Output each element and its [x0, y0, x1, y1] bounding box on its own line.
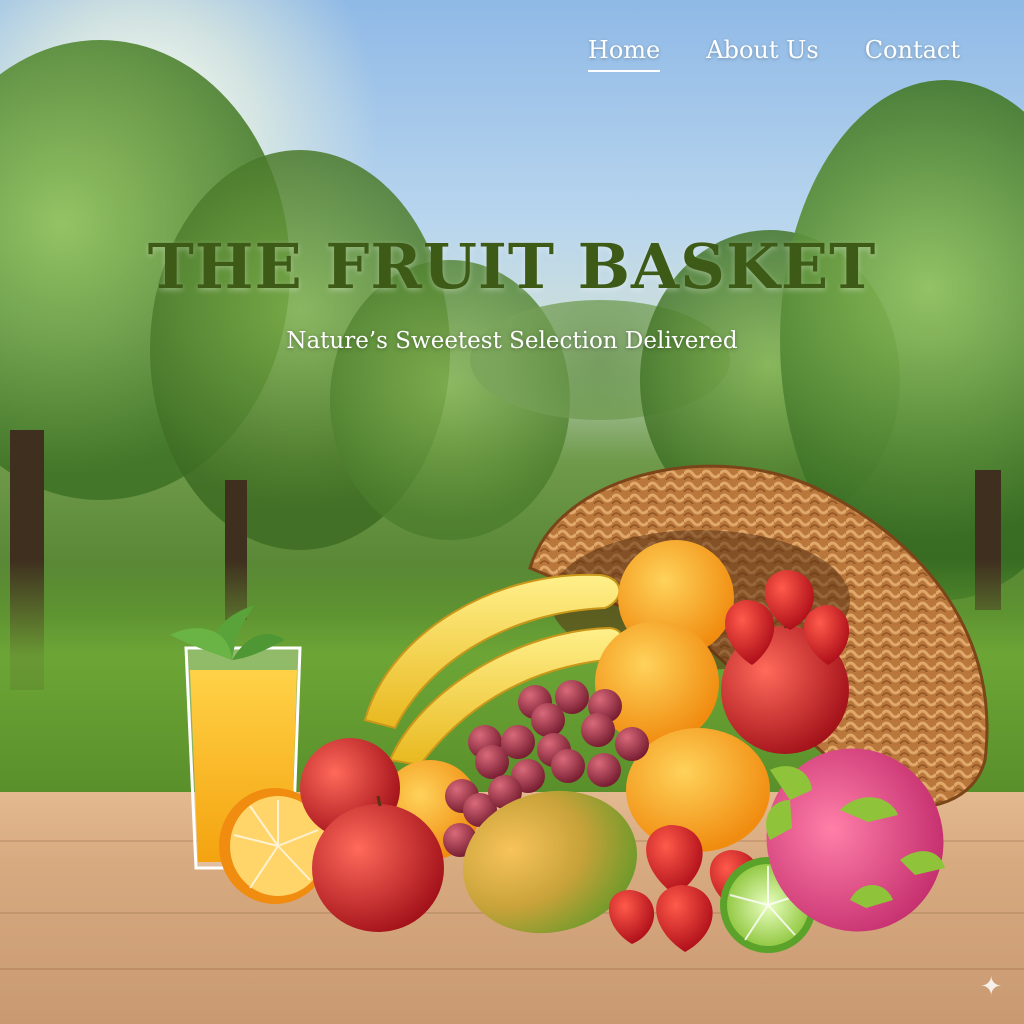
nav-home-link[interactable]: Home [587, 36, 661, 72]
apple-fruit [312, 804, 444, 932]
hero-subtitle: Nature’s Sweetest Selection Delivered [286, 328, 738, 354]
nav-about-us-link[interactable]: About Us [706, 36, 818, 72]
sparkle-icon: ✦ [980, 972, 1002, 1002]
nav-contact-link[interactable]: Contact [865, 36, 960, 72]
hero-background [0, 0, 1024, 1024]
hero-title: THE FRUIT BASKET [147, 230, 877, 303]
top-navigation: Home About Us Contact [587, 36, 960, 72]
fruit-basket-illustration [170, 464, 989, 953]
